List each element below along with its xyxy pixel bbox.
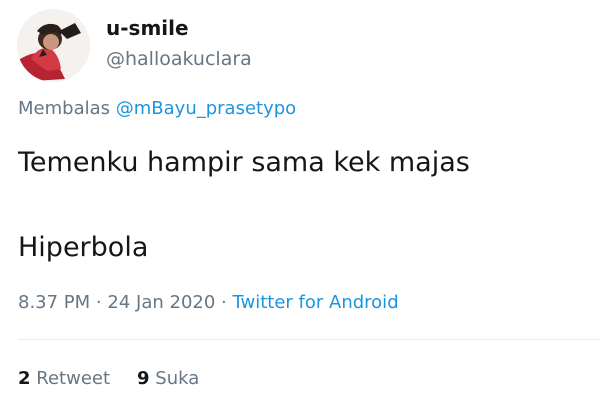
tweet-time[interactable]: 8.37 PM	[18, 292, 90, 313]
display-name[interactable]: u-smile	[106, 16, 189, 40]
user-handle[interactable]: @halloakuclara	[106, 47, 252, 71]
retweet-count: 2	[18, 368, 31, 389]
avatar-photo	[17, 9, 90, 82]
retweet-label: Retweet	[36, 368, 111, 389]
reply-mention-link[interactable]: @mBayu_prasetypo	[116, 98, 296, 119]
divider	[18, 339, 600, 340]
meta-separator-2: ·	[221, 292, 227, 313]
reply-context: Membalas @mBayu_prasetypo	[18, 97, 296, 121]
reply-prefix: Membalas	[18, 98, 111, 119]
tweet-date[interactable]: 24 Jan 2020	[107, 292, 215, 313]
retweet-stat[interactable]: 2 Retweet	[18, 368, 110, 389]
like-label: Suka	[155, 368, 200, 389]
avatar[interactable]	[17, 9, 90, 82]
tweet-source-link[interactable]: Twitter for Android	[233, 292, 399, 313]
tweet-stats: 2 Retweet 9 Suka	[18, 367, 199, 391]
tweet-metadata: 8.37 PM · 24 Jan 2020 · Twitter for Andr…	[18, 291, 399, 315]
tweet-text-line-1: Temenku hampir sama kek majas	[18, 147, 470, 178]
like-stat[interactable]: 9 Suka	[137, 368, 199, 389]
like-count: 9	[137, 368, 150, 389]
meta-separator: ·	[95, 292, 102, 313]
tweet-text-line-2: Hiperbola	[18, 232, 149, 263]
